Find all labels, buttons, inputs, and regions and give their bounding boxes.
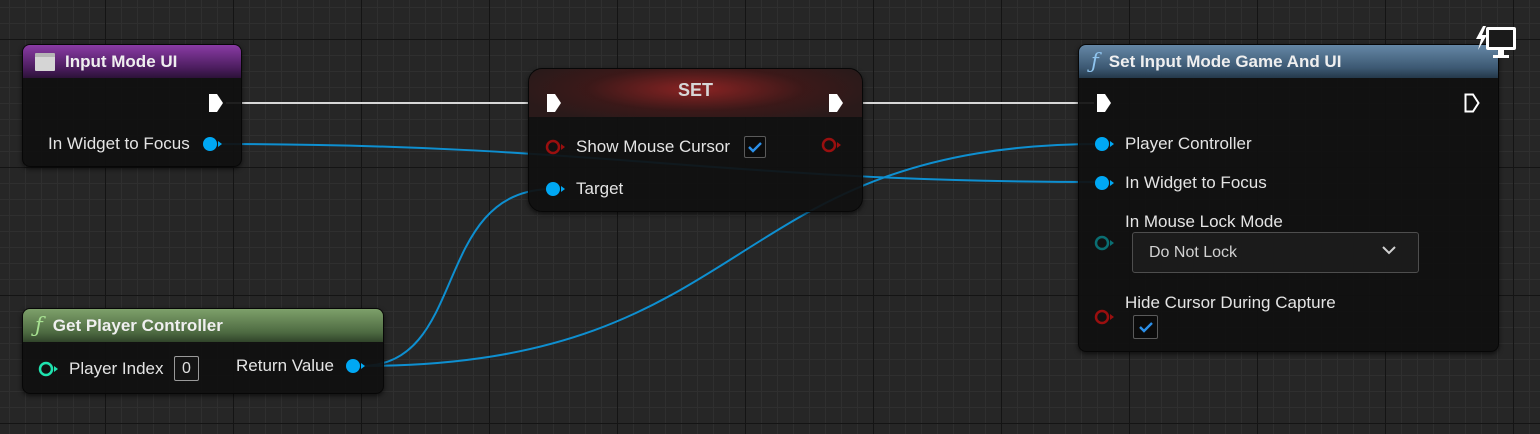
- dropdown-value: Do Not Lock: [1149, 243, 1238, 261]
- object-wire-return-to-target: [360, 188, 554, 367]
- integer-in-pin-player-index[interactable]: [38, 361, 60, 382]
- widget-icon: [35, 52, 55, 71]
- object-out-pin-return-value[interactable]: [345, 358, 367, 379]
- pin-label-hide-cursor-during-capture: Hide Cursor During Capture: [1125, 293, 1336, 312]
- node-title: Set Input Mode Game And UI: [1108, 51, 1342, 71]
- node-header[interactable]: ƒ Set Input Mode Game And UI: [1079, 45, 1498, 78]
- checkmark-icon: [748, 142, 762, 153]
- exec-arrow-icon: [209, 94, 223, 112]
- object-pin-icon: [546, 182, 565, 196]
- exec-arrow-icon: [829, 94, 843, 112]
- bool-in-pin-hide-cursor[interactable]: [1094, 309, 1116, 330]
- pin-label-return-value: Return Value: [236, 356, 334, 375]
- pin-label-in-widget-to-focus: In Widget to Focus: [48, 134, 190, 153]
- bool-pin-icon: [545, 139, 565, 155]
- bool-out-pin[interactable]: [821, 137, 843, 158]
- exec-in-pin[interactable]: [1096, 93, 1112, 113]
- object-pin-icon: [203, 137, 222, 151]
- pin-label-show-mouse-cursor: Show Mouse Cursor: [576, 137, 731, 156]
- function-f-icon: ƒ: [35, 313, 43, 337]
- exec-arrow-icon: [1097, 94, 1111, 112]
- bool-pin-icon: [821, 137, 841, 153]
- node-get-player-controller[interactable]: ƒ Get Player Controller: [22, 308, 384, 394]
- pin-label-in-widget-to-focus: In Widget to Focus: [1125, 173, 1267, 192]
- exec-out-pin[interactable]: [1464, 93, 1480, 113]
- node-header[interactable]: Input Mode UI: [23, 45, 241, 78]
- player-index-input[interactable]: 0: [174, 356, 199, 381]
- exec-out-pin[interactable]: [208, 93, 224, 113]
- pin-label-in-mouse-lock-mode: In Mouse Lock Mode: [1125, 212, 1283, 231]
- node-header[interactable]: ƒ Get Player Controller: [23, 309, 383, 342]
- integer-pin-icon: [38, 361, 58, 377]
- chevron-down-icon: [1382, 246, 1396, 255]
- function-f-icon: ƒ: [1091, 49, 1099, 73]
- bool-pin-icon: [1094, 309, 1114, 325]
- node-title: Input Mode UI: [65, 51, 178, 71]
- monitor-icon: [1473, 24, 1519, 67]
- object-pin-icon: [346, 359, 365, 373]
- object-in-pin-target[interactable]: [545, 181, 567, 202]
- pin-label-player-controller: Player Controller: [1125, 134, 1252, 153]
- bool-in-pin[interactable]: [545, 139, 567, 160]
- pin-label-target: Target: [576, 179, 624, 198]
- pin-label-player-index: Player Index: [69, 359, 164, 378]
- enum-in-pin-mouse-lock-mode[interactable]: [1094, 235, 1116, 256]
- node-title: Get Player Controller: [52, 315, 223, 335]
- hide-cursor-checkbox[interactable]: [1133, 315, 1158, 339]
- node-title: SET: [677, 80, 713, 100]
- exec-arrow-icon: [1464, 93, 1480, 113]
- exec-arrow-icon: [547, 94, 561, 112]
- exec-in-pin[interactable]: [546, 93, 562, 113]
- node-header[interactable]: SET: [529, 69, 862, 117]
- object-out-pin[interactable]: [202, 136, 222, 157]
- checkmark-icon: [1138, 322, 1153, 333]
- mouse-lock-mode-dropdown[interactable]: Do Not Lock: [1132, 232, 1419, 273]
- enum-pin-icon: [1094, 235, 1114, 251]
- object-pin-icon: [1095, 176, 1114, 190]
- object-in-pin-player-controller[interactable]: [1094, 136, 1116, 157]
- object-in-pin-widget-to-focus[interactable]: [1094, 175, 1116, 196]
- exec-out-pin[interactable]: [828, 93, 844, 113]
- show-mouse-cursor-checkbox[interactable]: [744, 136, 766, 158]
- object-pin-icon: [1095, 137, 1114, 151]
